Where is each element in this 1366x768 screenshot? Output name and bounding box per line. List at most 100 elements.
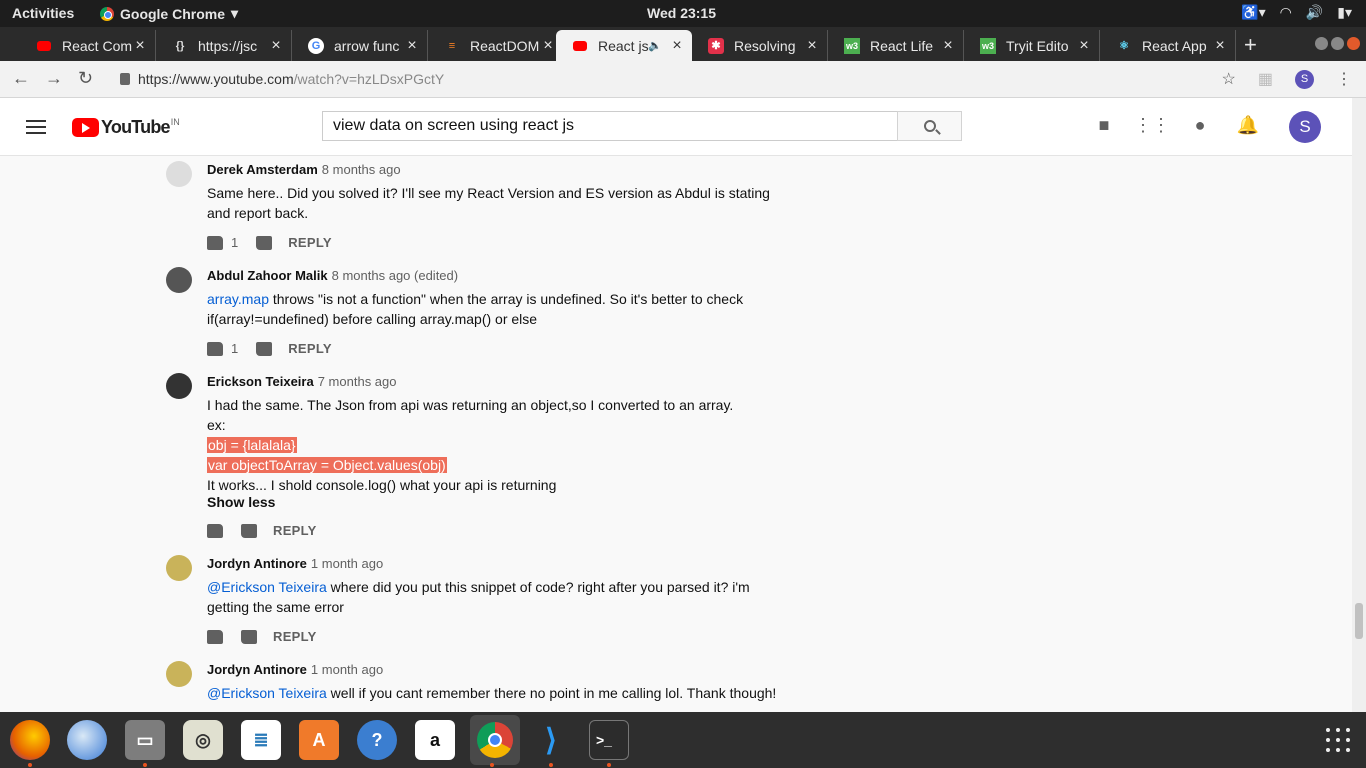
comment-header: Derek Amsterdam 8 months ago — [207, 162, 401, 177]
bookmark-star-icon[interactable]: ☆ — [1222, 69, 1236, 89]
w3-icon: w3 — [980, 37, 996, 54]
commenter-avatar[interactable] — [166, 161, 192, 187]
volume-icon[interactable]: 🔊 — [1306, 4, 1323, 21]
forward-button[interactable]: → — [45, 68, 63, 89]
like-count: 1 — [231, 341, 239, 356]
firefox-icon[interactable] — [10, 720, 50, 760]
extension-icon[interactable]: ▦ — [1258, 69, 1273, 89]
mention-link[interactable]: @Erickson Teixeira — [207, 579, 327, 595]
close-icon[interactable]: × — [1077, 37, 1091, 55]
comment-author[interactable]: Erickson Teixeira — [207, 374, 314, 389]
comment-time[interactable]: 7 months ago — [318, 374, 397, 389]
show-applications-icon[interactable] — [1326, 728, 1350, 752]
reply-button[interactable]: REPLY — [273, 523, 317, 538]
menu-icon[interactable] — [26, 120, 46, 134]
close-icon[interactable]: × — [541, 37, 555, 55]
scrollbar-thumb[interactable] — [1355, 603, 1363, 639]
amazon-icon[interactable]: a — [415, 720, 455, 760]
comment-time[interactable]: 8 months ago — [322, 162, 401, 177]
battery-icon[interactable]: ▮▾ — [1337, 4, 1352, 21]
comment-time[interactable]: 1 month ago — [311, 662, 383, 677]
tab-resolving[interactable]: ✱ Resolving × — [692, 30, 828, 61]
close-icon[interactable]: × — [269, 37, 283, 55]
notifications-bell-icon[interactable]: 🔔 — [1237, 115, 1259, 135]
dislike-icon[interactable] — [256, 235, 273, 250]
reply-button[interactable]: REPLY — [273, 629, 317, 644]
files-icon[interactable]: ▭ — [125, 720, 165, 760]
create-video-icon[interactable]: ■ — [1094, 115, 1114, 135]
apps-grid-icon[interactable]: ⋮⋮ — [1134, 115, 1170, 135]
activities-button[interactable]: Activities — [12, 5, 74, 21]
like-icon[interactable] — [207, 235, 223, 250]
tab-reactdom[interactable]: ≡ ReactDOM × — [428, 30, 564, 61]
comment-time[interactable]: 8 months ago (edited) — [332, 268, 458, 283]
reply-button[interactable]: REPLY — [288, 341, 332, 356]
comment-line: Same here.. Did you solved it? I'll see … — [207, 185, 770, 201]
dislike-icon[interactable] — [256, 341, 273, 356]
commenter-avatar[interactable] — [166, 373, 192, 399]
close-icon[interactable]: × — [670, 37, 684, 55]
comment-author[interactable]: Derek Amsterdam — [207, 162, 318, 177]
comment-author[interactable]: Jordyn Antinore — [207, 556, 307, 571]
help-icon[interactable]: ? — [357, 720, 397, 760]
mention-link[interactable]: @Erickson Teixeira — [207, 685, 327, 701]
comment-author[interactable]: Jordyn Antinore — [207, 662, 307, 677]
accessibility-icon[interactable]: ♿▾ — [1241, 4, 1265, 21]
close-window-button[interactable] — [1347, 37, 1360, 50]
like-icon[interactable] — [207, 523, 223, 538]
tab-react-lifecycle[interactable]: w3 React Life × — [828, 30, 964, 61]
close-icon[interactable]: × — [941, 37, 955, 55]
reload-button[interactable]: ↻ — [78, 68, 93, 89]
youtube-logo[interactable]: YouTube IN — [72, 117, 180, 138]
app-menu[interactable]: Google Chrome ▾ — [100, 5, 238, 22]
thunderbird-icon[interactable] — [67, 720, 107, 760]
commenter-avatar[interactable] — [166, 661, 192, 687]
system-tray[interactable]: ♿▾ ◠ 🔊 ▮▾ — [1241, 4, 1352, 21]
tab-react-js-active[interactable]: React js 🔈 × — [556, 30, 692, 61]
maximize-button[interactable] — [1331, 37, 1344, 50]
search-button[interactable] — [897, 111, 962, 141]
vscode-icon[interactable]: ⟩ — [531, 720, 571, 760]
search-input[interactable]: view data on screen using react js — [322, 111, 898, 141]
comment-author[interactable]: Abdul Zahoor Malik — [207, 268, 328, 283]
messages-icon[interactable]: ● — [1190, 115, 1210, 135]
dislike-icon[interactable] — [241, 629, 257, 644]
youtube-header: YouTube IN view data on screen using rea… — [0, 98, 1352, 156]
page-scrollbar[interactable] — [1352, 98, 1366, 712]
libreoffice-writer-icon[interactable]: ≣ — [241, 720, 281, 760]
tab-react-app[interactable]: ⚛ React App × — [1100, 30, 1236, 61]
new-tab-button[interactable]: + — [1244, 32, 1257, 58]
tab-label: React App — [1142, 37, 1207, 54]
show-less-button[interactable]: Show less — [207, 494, 275, 510]
commenter-avatar[interactable] — [166, 555, 192, 581]
wifi-icon[interactable]: ◠ — [1280, 4, 1292, 21]
close-icon[interactable]: × — [133, 37, 147, 55]
account-avatar[interactable]: S — [1289, 111, 1321, 143]
like-icon[interactable] — [207, 629, 223, 644]
audio-playing-icon[interactable]: 🔈 — [648, 39, 662, 52]
reply-button[interactable]: REPLY — [288, 235, 332, 250]
comment-time[interactable]: 1 month ago — [311, 556, 383, 571]
profile-avatar[interactable]: S — [1295, 69, 1314, 89]
close-icon[interactable]: × — [1213, 37, 1227, 55]
tab-jsonplaceholder[interactable]: {} https://jsc × — [156, 30, 292, 61]
close-icon[interactable]: × — [805, 37, 819, 55]
rhythmbox-icon[interactable]: ◎ — [183, 720, 223, 760]
close-icon[interactable]: × — [405, 37, 419, 55]
clock[interactable]: Wed 23:15 — [647, 5, 716, 21]
software-center-icon[interactable]: A — [299, 720, 339, 760]
like-icon[interactable] — [207, 341, 223, 356]
hashtag-link[interactable]: array.map — [207, 291, 269, 307]
commenter-avatar[interactable] — [166, 267, 192, 293]
back-button[interactable]: ← — [12, 68, 30, 89]
address-bar[interactable]: https://www.youtube.com/watch?v=hzLDsxPG… — [120, 71, 444, 87]
tab-tryit-editor[interactable]: w3 Tryit Edito × — [964, 30, 1100, 61]
dislike-icon[interactable] — [241, 523, 257, 538]
terminal-icon[interactable]: >_ — [589, 720, 629, 760]
minimize-button[interactable] — [1315, 37, 1328, 50]
chrome-dock-icon[interactable] — [470, 715, 520, 765]
lock-icon[interactable] — [120, 73, 130, 85]
tab-arrow-functions[interactable]: G arrow func × — [292, 30, 428, 61]
tab-react-com[interactable]: React Com × — [20, 30, 156, 61]
chrome-menu-icon[interactable]: ⋮ — [1336, 69, 1352, 89]
